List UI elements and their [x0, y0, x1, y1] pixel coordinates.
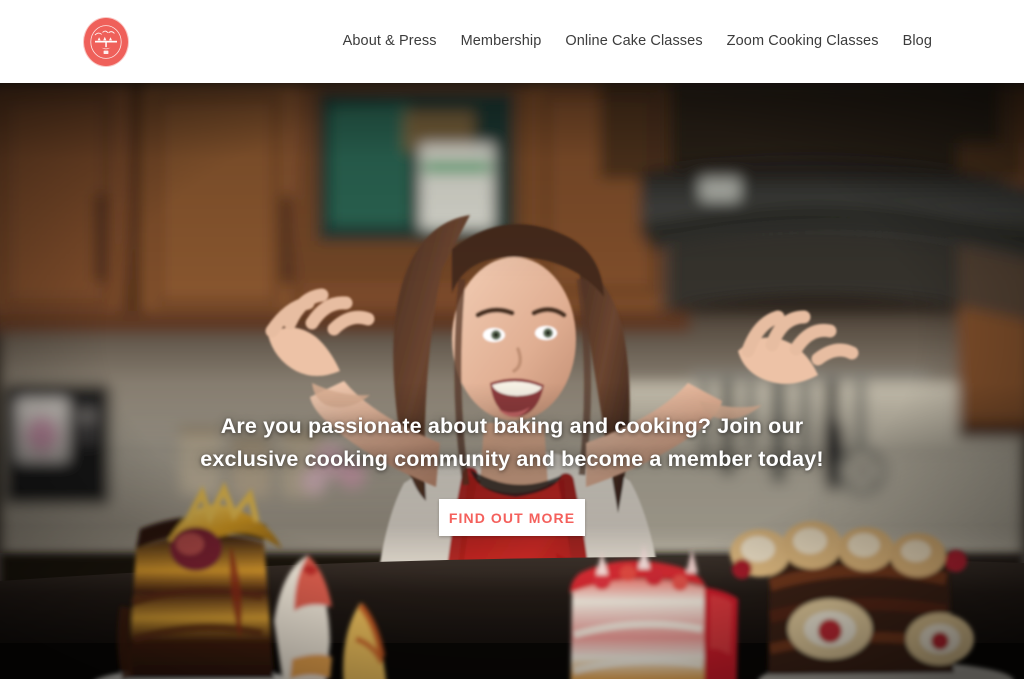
nav-item-zoom-cooking-classes[interactable]: Zoom Cooking Classes	[715, 34, 891, 49]
hero-cta-container: FIND OUT MORE	[0, 499, 1024, 536]
primary-navigation: About & Press Membership Online Cake Cla…	[331, 0, 1024, 83]
nav-item-blog[interactable]: Blog	[891, 34, 932, 49]
cake-logo-icon	[84, 18, 128, 66]
hero-background-image	[0, 83, 1024, 679]
nav-item-about-press[interactable]: About & Press	[331, 34, 449, 49]
site-header: Cake stand logo About & Press Membership…	[0, 0, 1024, 83]
hero-section: Are you passionate about baking and cook…	[0, 83, 1024, 679]
site-logo-link[interactable]: Cake stand logo	[84, 18, 128, 66]
nav-item-online-cake-classes[interactable]: Online Cake Classes	[553, 34, 714, 49]
nav-item-membership[interactable]: Membership	[449, 34, 554, 49]
find-out-more-button[interactable]: FIND OUT MORE	[439, 499, 585, 536]
